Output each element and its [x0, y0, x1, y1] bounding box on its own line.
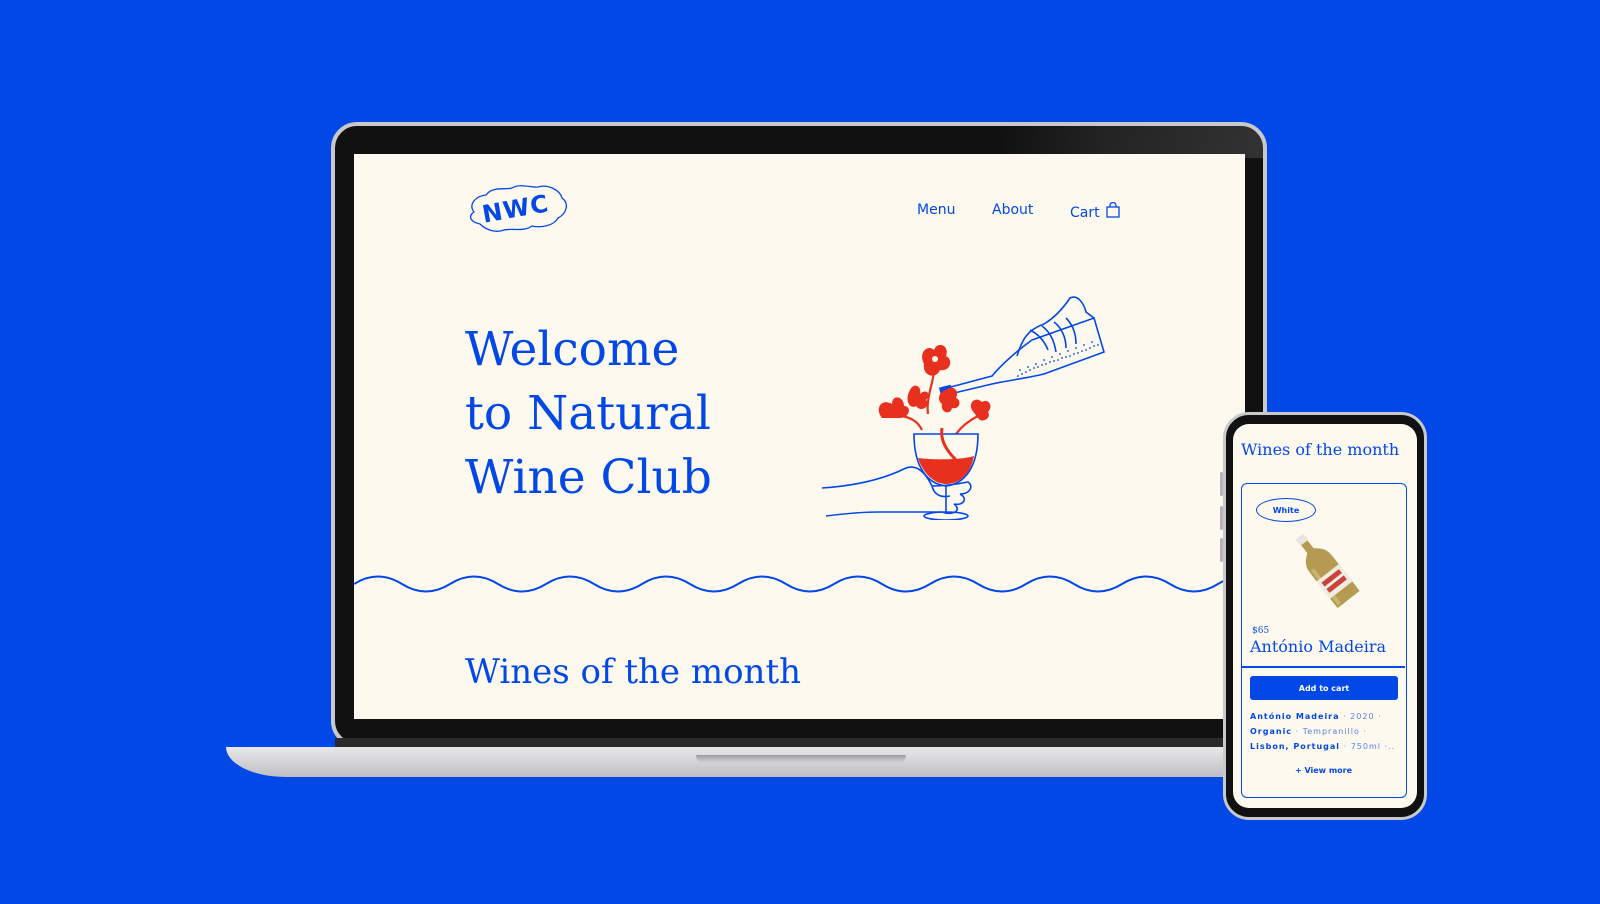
nav-menu-link[interactable]: Menu [917, 202, 955, 218]
section-title: Wines of the month [465, 652, 802, 692]
wine-price: $65 [1252, 626, 1270, 636]
wine-bottle-image [1295, 533, 1360, 609]
add-to-cart-button[interactable]: Add to cart [1250, 676, 1398, 700]
card-divider [1242, 666, 1405, 668]
wine-origin: Lisbon, Portugal [1250, 742, 1341, 751]
wine-grape: Tempranillo [1302, 727, 1360, 736]
phone-side-button [1220, 506, 1223, 530]
wine-name[interactable]: António Madeira [1250, 637, 1386, 656]
wave-divider [354, 575, 1245, 593]
shopping-bag-icon [1106, 201, 1120, 218]
laptop-notch [696, 755, 906, 763]
laptop-screen: NWC Menu About Cart Welcome to Natural W… [354, 154, 1245, 719]
wine-meta-line-3: Lisbon, Portugal · 750ml ·.. [1250, 742, 1396, 751]
nav-about-link[interactable]: About [992, 202, 1033, 218]
phone-side-button [1220, 472, 1223, 496]
wine-card[interactable]: White $65 António Madeira Add to cart An… [1241, 483, 1407, 798]
phone-side-button [1220, 538, 1223, 562]
hero-line-3: Wine Club [465, 450, 712, 505]
hero-heading: Welcome to Natural Wine Club [465, 318, 712, 510]
hero-line-1: Welcome [465, 322, 680, 377]
nav-cart-link[interactable]: Cart [1070, 201, 1120, 221]
wine-type-tag[interactable]: White [1256, 498, 1316, 522]
nav-cart-label: Cart [1070, 205, 1100, 221]
wine-volume: 750ml [1350, 742, 1381, 751]
view-more-link[interactable]: + View more [1242, 766, 1405, 775]
wine-producer: António Madeira [1250, 712, 1340, 721]
wine-year: 2020 [1350, 712, 1375, 721]
mobile-section-title: Wines of the month [1241, 440, 1400, 459]
wine-organic: Organic [1250, 727, 1293, 736]
hand-pouring-wine-illustration [822, 296, 1105, 520]
hero-line-2: to Natural [465, 386, 711, 441]
wine-meta-line-2: Organic · Tempranillo · [1250, 727, 1367, 736]
phone-screen: Wines of the month White $65 António Mad… [1233, 424, 1417, 808]
wine-meta-line-1: António Madeira · 2020 · [1250, 712, 1382, 721]
